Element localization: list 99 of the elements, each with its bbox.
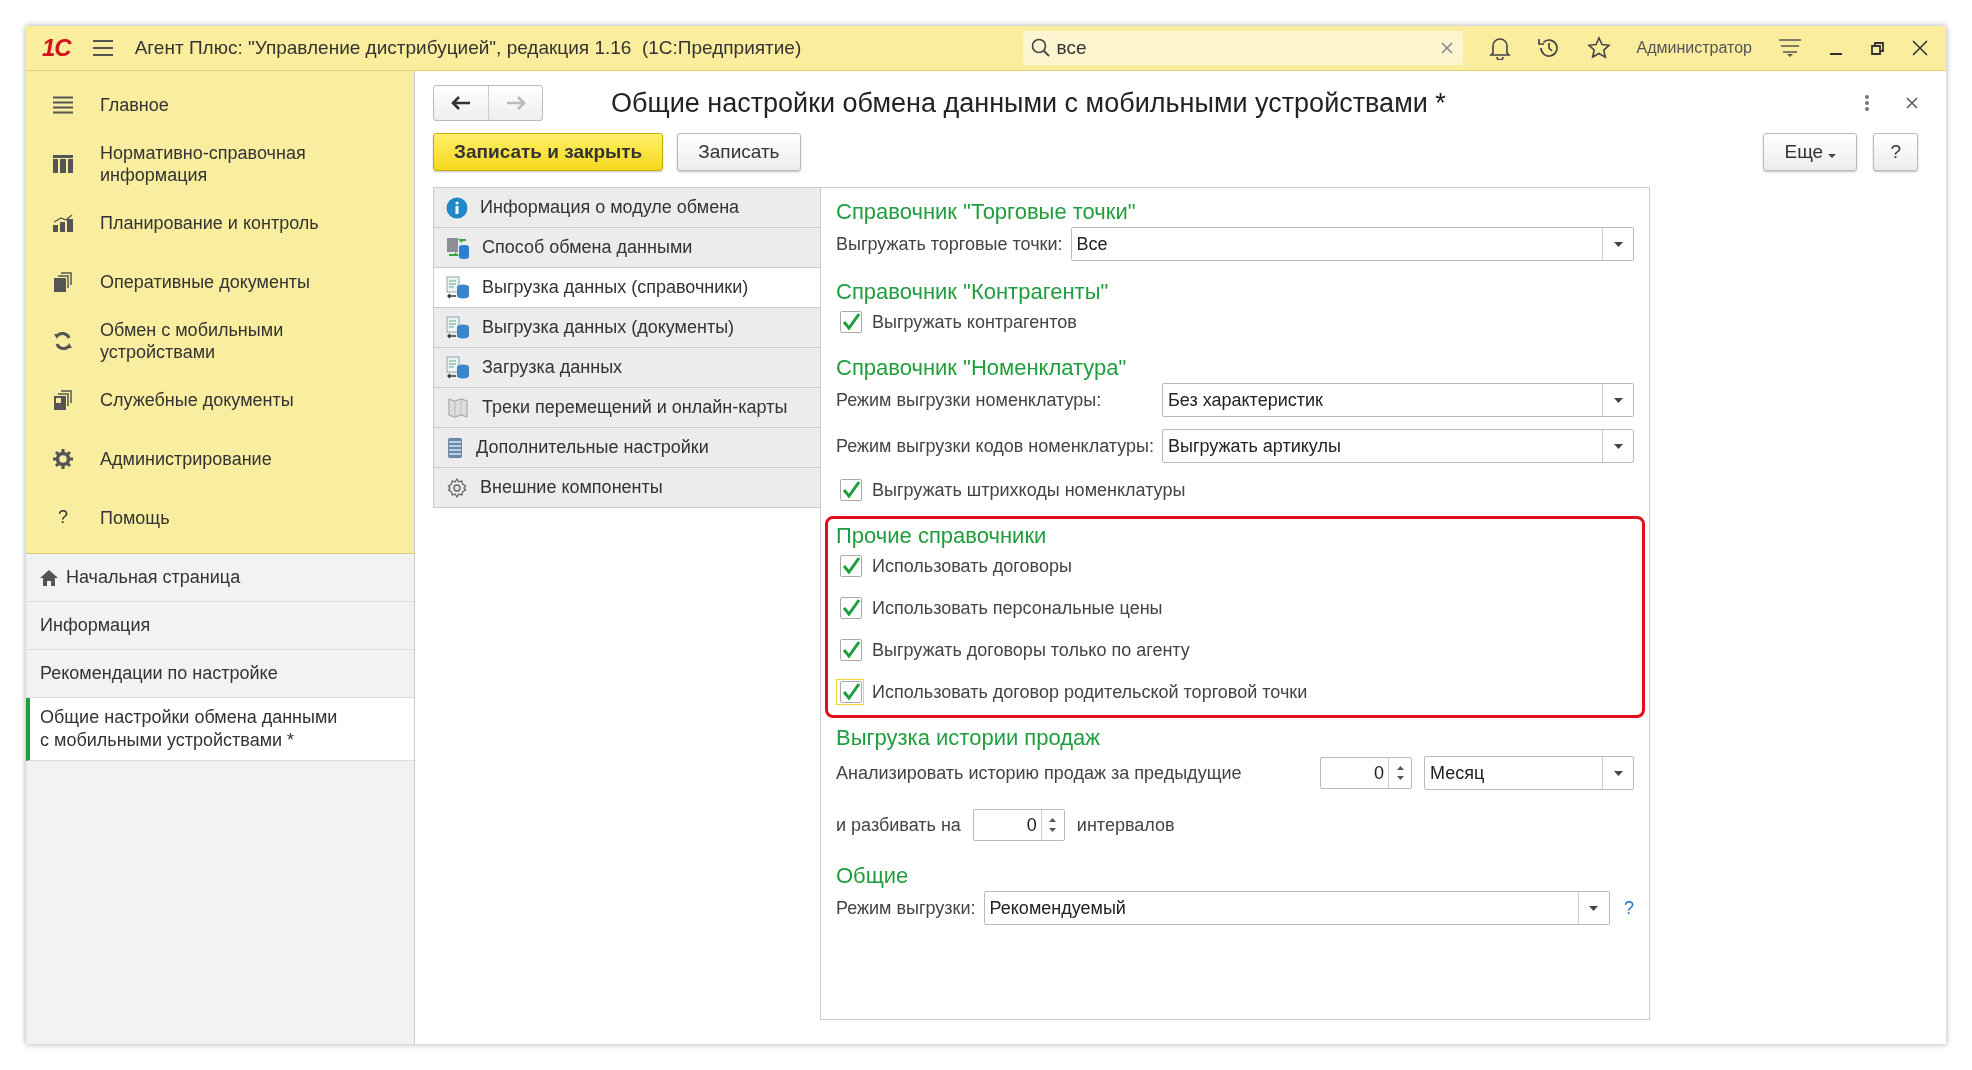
page-tab[interactable]: Информация о модуле обмена <box>433 187 821 228</box>
section-heading: Справочник "Номенклатура" <box>836 354 1128 382</box>
section-heading: Выгрузка истории продаж <box>836 724 1101 752</box>
field-label: интервалов <box>1076 814 1175 836</box>
field-label: и разбивать на <box>836 814 961 836</box>
dropdown-field[interactable]: Выгружать артикулы <box>1162 429 1634 463</box>
home-icon <box>40 569 58 586</box>
checkbox-label[interactable]: Использовать персональные цены <box>872 597 1163 619</box>
close-icon[interactable] <box>1906 97 1918 109</box>
section-heading: Прочие справочники <box>836 522 1048 550</box>
documents-icon <box>54 271 72 292</box>
sync-icon <box>53 330 73 351</box>
checkbox-label[interactable]: Выгружать контрагентов <box>872 311 1077 333</box>
documents-icon <box>54 389 72 410</box>
field-label: Режим выгрузки: <box>836 897 976 919</box>
window-title: Агент Плюс: "Управление дистрибуцией", редакция 1.16 (1С:Предприятие) <box>134 37 802 59</box>
page-tab[interactable]: Загрузка данных <box>433 348 821 388</box>
caret-icon <box>1613 241 1623 247</box>
checkbox[interactable] <box>840 311 862 333</box>
bar-chart-icon <box>53 213 73 232</box>
caret-icon <box>1613 770 1623 776</box>
arrow-right-icon <box>505 96 526 110</box>
star-icon[interactable] <box>1586 36 1611 60</box>
checkbox[interactable] <box>840 597 862 619</box>
sidebar-item[interactable]: Обмен с мобильными устройствами <box>26 311 414 370</box>
command-button[interactable]: Записать <box>677 133 801 171</box>
checkbox[interactable] <box>840 681 862 703</box>
bell-icon[interactable] <box>1488 36 1511 60</box>
more-button[interactable]: Еще <box>1763 133 1858 171</box>
section-heading: Справочник "Торговые точки" <box>836 198 1137 226</box>
field-label: Выгружать торговые точки: <box>836 233 1063 255</box>
arrow-left-icon <box>451 96 471 110</box>
sidebar-item[interactable]: Администрирование <box>26 429 414 488</box>
checkbox[interactable] <box>840 555 862 577</box>
database-exchange-icon <box>446 235 470 260</box>
filter-menu-icon[interactable] <box>1778 38 1802 58</box>
close-icon[interactable] <box>1912 40 1928 56</box>
help-link[interactable]: ? <box>1624 897 1634 919</box>
page-tab[interactable]: Треки перемещений и онлайн-карты <box>433 388 821 428</box>
field-label: Режим выгрузки кодов номенклатуры: <box>836 435 1154 457</box>
sidebar-item[interactable]: ? Помощь <box>26 488 414 547</box>
settings-icon <box>446 476 468 499</box>
menu-icon[interactable] <box>92 40 113 56</box>
more-icon[interactable] <box>1864 94 1870 112</box>
user-name[interactable]: Администратор <box>1636 39 1752 57</box>
search-icon <box>1030 38 1051 58</box>
help-icon: ? <box>58 507 68 528</box>
dropdown-field[interactable]: Без характеристик <box>1162 383 1634 417</box>
database-document-icon <box>446 275 470 300</box>
caret-icon <box>1613 397 1623 403</box>
restore-icon[interactable] <box>1870 40 1886 56</box>
settings-icon <box>53 448 73 469</box>
search-field[interactable]: все <box>1022 31 1463 65</box>
open-window-tab[interactable]: Начальная страница <box>26 554 414 602</box>
sidebar-item[interactable]: Главное <box>26 75 414 134</box>
section-heading: Общие <box>836 862 910 890</box>
columns-icon <box>53 154 73 173</box>
sidebar-item[interactable]: Служебные документы <box>26 370 414 429</box>
sidebar-item[interactable]: Нормативно-справочная информация <box>26 134 414 193</box>
field-label: Режим выгрузки номенклатуры: <box>836 389 1103 411</box>
sidebar-item[interactable]: Оперативные документы <box>26 252 414 311</box>
list-icon <box>446 436 464 459</box>
number-field[interactable]: 0 <box>1320 757 1412 789</box>
page-tab[interactable]: Выгрузка данных (документы) <box>433 308 821 348</box>
info-icon <box>446 196 468 219</box>
list-icon <box>53 95 73 114</box>
caret-icon <box>1613 443 1623 449</box>
clear-icon[interactable] <box>1440 42 1453 54</box>
checkbox-label[interactable]: Использовать договор родительской торговой точки <box>872 681 1308 703</box>
database-document-icon <box>446 315 470 340</box>
dropdown-field[interactable]: Месяц <box>1424 756 1634 790</box>
sidebar-item[interactable]: Планирование и контроль <box>26 193 414 252</box>
page-tab[interactable]: Внешние компоненты <box>433 468 821 508</box>
checkbox[interactable] <box>840 639 862 661</box>
checkbox[interactable] <box>840 479 862 501</box>
checkbox-label[interactable]: Выгружать договоры только по агенту <box>872 639 1190 661</box>
form-title: Общие настройки обмена данными с мобильными устройствами * <box>611 87 1447 119</box>
checkbox-label[interactable]: Выгружать штрихкоды номенклатуры <box>872 479 1186 501</box>
history-icon[interactable] <box>1536 36 1561 60</box>
checkbox-label[interactable]: Использовать договоры <box>872 555 1072 577</box>
database-document-icon <box>446 355 470 380</box>
spinner-arrows-icon[interactable] <box>1396 766 1404 780</box>
app-logo: 1С <box>42 34 71 62</box>
dropdown-field[interactable]: Рекомендуемый <box>983 891 1610 925</box>
page-tab[interactable]: Выгрузка данных (справочники) <box>433 268 821 308</box>
help-button[interactable]: ? <box>1873 133 1918 171</box>
page-tab[interactable]: Дополнительные настройки <box>433 428 821 468</box>
field-label: Анализировать историю продаж за предыдущие <box>836 762 1243 784</box>
section-heading: Справочник "Контрагенты" <box>836 278 1110 306</box>
command-button[interactable]: Записать и закрыть <box>433 133 664 171</box>
caret-icon <box>1589 905 1599 911</box>
number-field[interactable]: 0 <box>972 809 1065 841</box>
map-icon <box>446 395 470 420</box>
open-window-tab[interactable]: Информация <box>26 602 414 650</box>
dropdown-field[interactable]: Все <box>1070 227 1634 261</box>
caret-icon <box>1828 154 1837 158</box>
page-tab[interactable]: Способ обмена данными <box>433 228 821 268</box>
spinner-arrows-icon[interactable] <box>1049 818 1057 832</box>
open-window-tab[interactable]: Общие настройки обмена данными с мобильными устройствами * <box>26 698 414 761</box>
